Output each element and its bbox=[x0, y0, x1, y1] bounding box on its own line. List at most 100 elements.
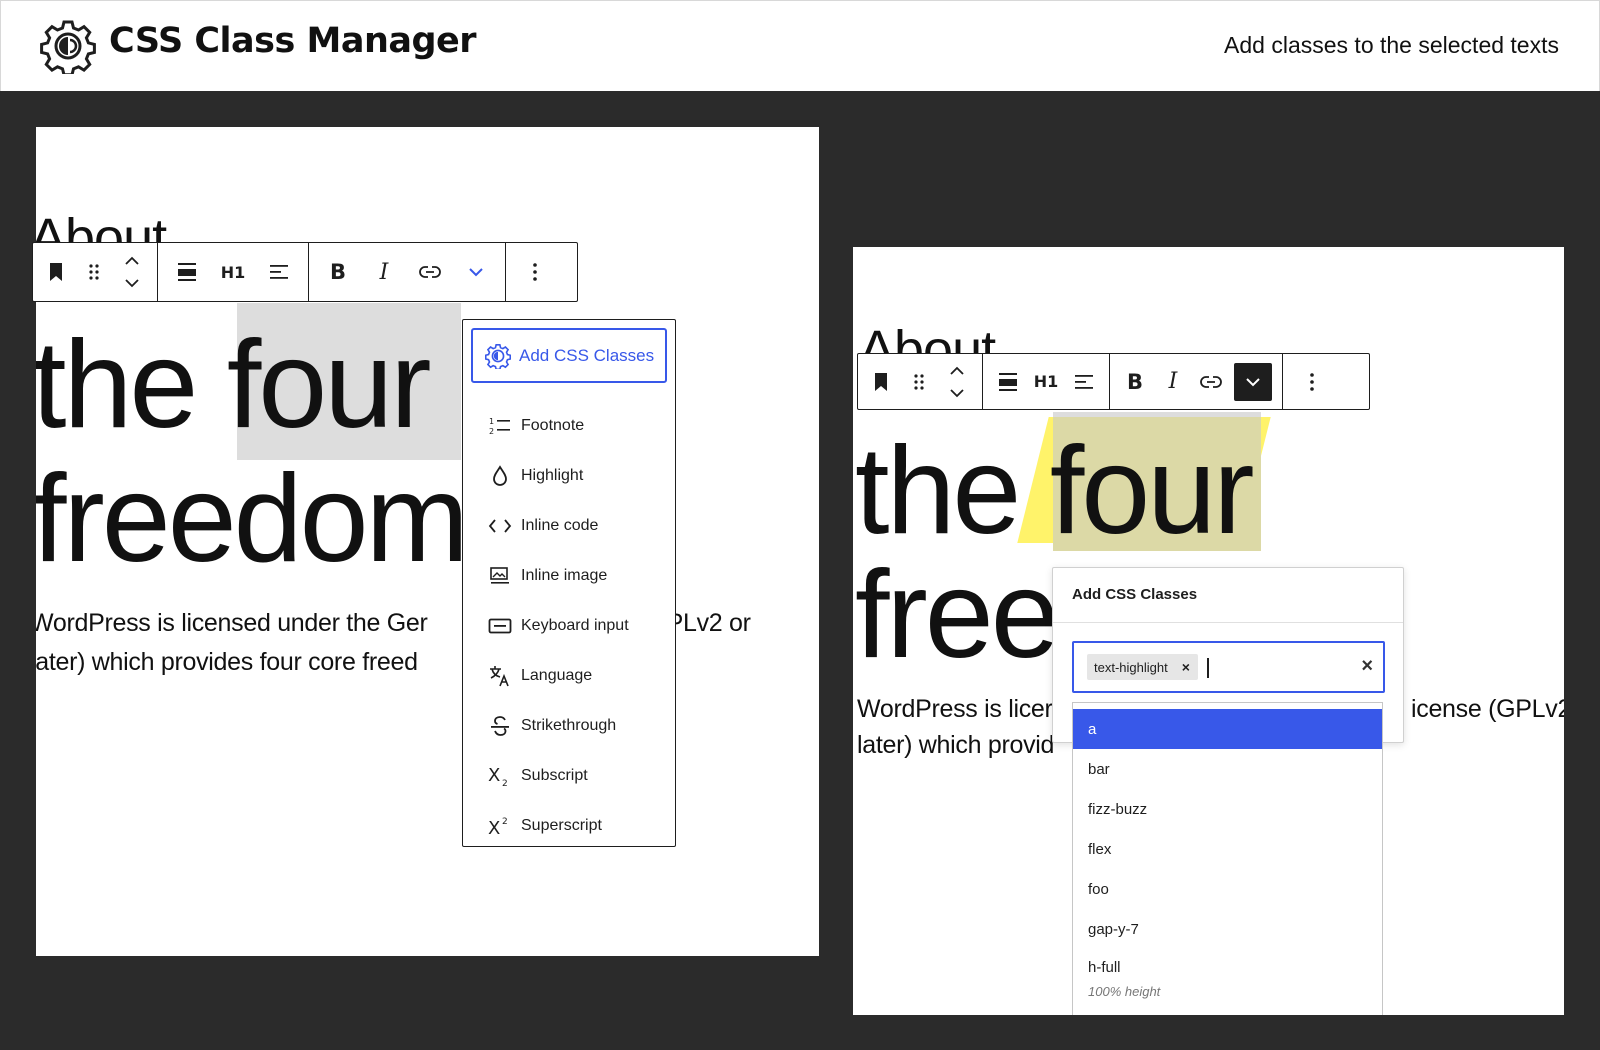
block-align-icon[interactable] bbox=[164, 249, 210, 295]
strikethrough-icon bbox=[487, 713, 513, 739]
toolbar-group-format: B I bbox=[1110, 354, 1283, 409]
italic-button[interactable]: I bbox=[1154, 359, 1192, 405]
bookmark-icon[interactable] bbox=[37, 249, 75, 295]
link-icon[interactable] bbox=[407, 249, 453, 295]
menu-item-label: Superscript bbox=[521, 817, 602, 834]
heading-level-button[interactable]: H1 bbox=[210, 249, 256, 295]
menu-item-inline-image[interactable]: Inline image bbox=[463, 556, 675, 596]
text-caret bbox=[1207, 658, 1209, 678]
paragraph-line-2[interactable]: later) which provides four core freed bbox=[36, 643, 418, 682]
language-icon bbox=[487, 663, 513, 689]
suggestion-option[interactable]: h-full bbox=[1073, 947, 1382, 987]
remove-token-close-icon[interactable]: × bbox=[1182, 659, 1190, 675]
class-token-label: text-highlight bbox=[1094, 659, 1168, 675]
toolbar-group-options bbox=[1283, 354, 1341, 409]
toolbar-group-format: B I bbox=[309, 243, 506, 301]
popover-divider bbox=[1053, 622, 1403, 623]
drag-handle-icon[interactable] bbox=[75, 249, 113, 295]
class-suggestions-list: a bar fizz-buzz flex foo gap-y-7 h-full … bbox=[1072, 702, 1383, 1015]
options-more-vertical-icon[interactable] bbox=[512, 249, 558, 295]
css-class-manager-icon bbox=[485, 343, 511, 369]
paragraph-line-1-tail[interactable]: icense (GPLv2 bbox=[1411, 690, 1564, 729]
keyboard-icon bbox=[487, 613, 513, 639]
menu-item-language[interactable]: Language bbox=[463, 656, 675, 696]
suggestion-option[interactable]: foo bbox=[1073, 869, 1382, 909]
footnote-icon: 12 bbox=[487, 413, 513, 439]
clear-field-close-icon[interactable]: × bbox=[1361, 655, 1373, 678]
heading-line-1[interactable]: the four bbox=[36, 323, 431, 447]
menu-item-subscript[interactable]: X2 Subscript bbox=[463, 756, 675, 796]
more-formats-chevron-down-icon[interactable] bbox=[1234, 362, 1272, 401]
suggestion-option-selected[interactable]: a bbox=[1073, 709, 1382, 749]
paragraph-line-2[interactable]: later) which provid bbox=[857, 726, 1054, 765]
more-formats-chevron-down-icon[interactable] bbox=[453, 249, 499, 295]
drag-handle-icon[interactable] bbox=[900, 359, 938, 405]
paragraph-line-1[interactable]: WordPress is licer bbox=[857, 690, 1053, 729]
suggestion-description: 100% height bbox=[1088, 984, 1161, 999]
css-class-manager-logo-icon bbox=[40, 18, 96, 74]
css-class-token-field[interactable]: text-highlight × × bbox=[1072, 641, 1385, 693]
toolbar-group-block bbox=[33, 243, 158, 301]
svg-text:1: 1 bbox=[489, 417, 494, 426]
suggestion-option[interactable]: flex bbox=[1073, 829, 1382, 869]
link-icon[interactable] bbox=[1192, 359, 1230, 405]
menu-item-label: Highlight bbox=[521, 467, 584, 484]
menu-item-footnote[interactable]: 12 Footnote bbox=[463, 406, 675, 446]
class-token: text-highlight × bbox=[1087, 654, 1198, 680]
menu-item-label: Inline code bbox=[521, 517, 599, 534]
image-icon bbox=[487, 563, 513, 589]
toolbar-group-block bbox=[858, 354, 983, 409]
app-title: CSS Class Manager bbox=[109, 21, 477, 61]
text-align-icon[interactable] bbox=[256, 249, 302, 295]
heading-word-four-highlighted[interactable]: four bbox=[1050, 422, 1255, 560]
menu-item-label: Subscript bbox=[521, 767, 588, 784]
heading-line-1[interactable]: the four bbox=[855, 429, 1254, 553]
menu-item-label: Add CSS Classes bbox=[519, 345, 655, 365]
toolbar-group-heading: H1 bbox=[158, 243, 309, 301]
svg-text:X: X bbox=[488, 765, 500, 786]
bookmark-icon[interactable] bbox=[862, 359, 900, 405]
app-header: CSS Class Manager Add classes to the sel… bbox=[0, 0, 1600, 91]
heading-word-the[interactable]: the bbox=[36, 316, 227, 454]
paragraph-line-1[interactable]: WordPress is licensed under the Ger bbox=[36, 604, 428, 643]
move-up-down-icon[interactable] bbox=[113, 249, 151, 295]
highlight-drop-icon bbox=[487, 463, 513, 489]
menu-item-label: Footnote bbox=[521, 417, 585, 434]
suggestion-option[interactable]: gap-y-7 bbox=[1073, 909, 1382, 949]
heading-line-2[interactable]: freedom bbox=[36, 457, 469, 581]
menu-item-strikethrough[interactable]: Strikethrough bbox=[463, 706, 675, 746]
menu-item-label: Language bbox=[521, 667, 593, 684]
svg-text:2: 2 bbox=[489, 427, 494, 436]
bold-button[interactable]: B bbox=[1116, 359, 1154, 405]
code-icon bbox=[487, 513, 513, 539]
text-align-icon[interactable] bbox=[1065, 359, 1103, 405]
menu-item-add-css-classes[interactable]: Add CSS Classes bbox=[471, 328, 667, 383]
toolbar-group-options bbox=[506, 243, 564, 301]
menu-item-inline-code[interactable]: Inline code bbox=[463, 506, 675, 546]
options-more-vertical-icon[interactable] bbox=[1289, 359, 1335, 405]
app-tagline: Add classes to the selected texts bbox=[1224, 32, 1559, 58]
menu-item-label: Inline image bbox=[521, 567, 608, 584]
suggestion-option[interactable]: fizz-buzz bbox=[1073, 789, 1382, 829]
move-up-down-icon[interactable] bbox=[938, 359, 976, 405]
suggestion-option[interactable]: bar bbox=[1073, 749, 1382, 789]
svg-text:2: 2 bbox=[502, 779, 508, 787]
format-dropdown-menu: Add CSS Classes 12 Footnote Highlight In… bbox=[462, 319, 676, 847]
italic-button[interactable]: I bbox=[361, 249, 407, 295]
menu-item-keyboard-input[interactable]: Keyboard input bbox=[463, 606, 675, 646]
heading-line-2[interactable]: free bbox=[855, 553, 1060, 677]
block-toolbar-left: H1 B I bbox=[32, 242, 578, 302]
menu-item-highlight[interactable]: Highlight bbox=[463, 456, 675, 496]
block-align-icon[interactable] bbox=[989, 359, 1027, 405]
menu-item-label: Strikethrough bbox=[521, 717, 617, 734]
popover-title: Add CSS Classes bbox=[1072, 586, 1198, 603]
svg-text:2: 2 bbox=[502, 817, 508, 827]
heading-level-button[interactable]: H1 bbox=[1027, 359, 1065, 405]
bold-button[interactable]: B bbox=[315, 249, 361, 295]
heading-word-the[interactable]: the bbox=[855, 422, 1050, 560]
svg-text:X: X bbox=[488, 818, 500, 837]
menu-item-superscript[interactable]: X2 Superscript bbox=[463, 806, 675, 846]
subscript-icon: X2 bbox=[487, 763, 513, 789]
heading-word-four-selected[interactable]: four bbox=[227, 316, 432, 454]
toolbar-group-heading: H1 bbox=[983, 354, 1110, 409]
